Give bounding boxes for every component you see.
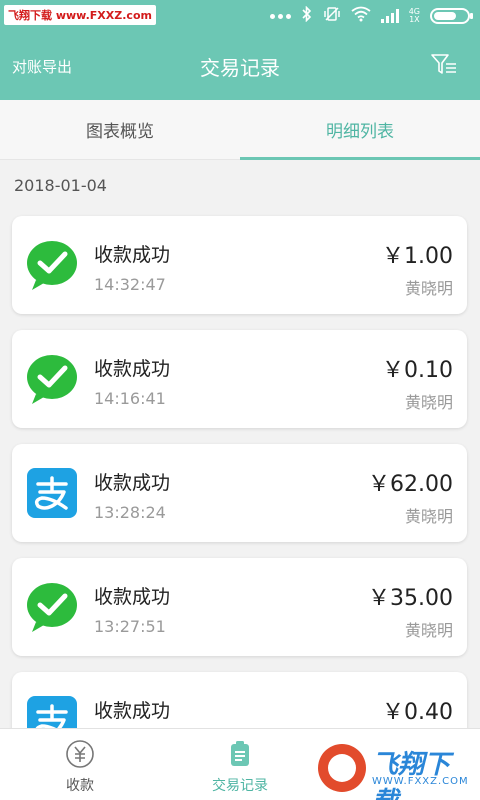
transaction-status: 收款成功 <box>94 472 171 494</box>
watermark-logo-icon <box>318 744 366 792</box>
transaction-amount: ￥0.10 <box>382 358 453 383</box>
transaction-time: 13:27:51 <box>94 617 166 636</box>
alipay-icon <box>26 468 78 518</box>
transaction-amount: ￥35.00 <box>368 586 453 611</box>
transaction-payer: 黄晓明 <box>404 279 453 298</box>
more-dots-icon <box>269 13 291 19</box>
clipboard-icon <box>225 739 255 769</box>
wechat-pay-icon <box>26 354 78 404</box>
transaction-payer: 黄晓明 <box>404 393 453 412</box>
transaction-status: 收款成功 <box>94 700 171 722</box>
filter-icon[interactable] <box>430 52 458 78</box>
watermark-badge: 飞翔下载 www.FXXZ.com <box>4 5 156 25</box>
transaction-status: 收款成功 <box>94 358 171 380</box>
view-tabs: 图表概览 明细列表 <box>0 100 480 160</box>
page-title: 交易记录 <box>200 56 280 80</box>
transaction-card[interactable]: 收款成功 14:32:47 ￥1.00 黄晓明 <box>12 216 467 314</box>
cell-signal-icon <box>380 9 399 23</box>
transaction-payer: 黄晓明 <box>404 507 453 526</box>
nav-label: 交易记录 <box>212 778 268 794</box>
transaction-card[interactable]: 收款成功 13:28:24 ￥62.00 黄晓明 <box>12 444 467 542</box>
transaction-payer: 黄晓明 <box>404 621 453 640</box>
transaction-card[interactable]: 收款成功 13:27:51 ￥35.00 黄晓明 <box>12 558 467 656</box>
bluetooth-icon <box>301 5 313 26</box>
watermark-url: WWW.FXXZ.COM <box>372 776 469 787</box>
date-group-header: 2018-01-04 <box>14 176 107 195</box>
yuan-icon <box>65 739 95 769</box>
wechat-pay-icon <box>26 582 78 632</box>
transaction-time: 14:32:47 <box>94 275 166 294</box>
wechat-pay-icon <box>26 240 78 290</box>
battery-icon <box>430 8 473 24</box>
transaction-status: 收款成功 <box>94 586 171 608</box>
tab-detail-list[interactable]: 明细列表 <box>240 100 480 160</box>
site-watermark: 飞翔下载 WWW.FXXZ.COM <box>312 740 472 800</box>
vibrate-icon <box>323 6 341 26</box>
app-header: 飞翔下载 www.FXXZ.com 4G 1X 对账导出 交易记录 <box>0 0 480 100</box>
transaction-amount: ￥62.00 <box>368 472 453 497</box>
nav-label: 收款 <box>66 778 94 794</box>
tab-chart-overview[interactable]: 图表概览 <box>0 100 240 159</box>
wifi-icon <box>351 6 371 26</box>
watermark-brand: 飞翔下载 <box>372 750 451 800</box>
transaction-time: 13:28:24 <box>94 503 166 522</box>
status-bar: 飞翔下载 www.FXXZ.com 4G 1X <box>0 0 480 30</box>
network-type: 4G 1X <box>408 7 420 24</box>
transaction-list: 收款成功 14:32:47 ￥1.00 黄晓明 收款成功 14:16:41 ￥0… <box>12 216 467 786</box>
transaction-amount: ￥1.00 <box>382 244 453 269</box>
transaction-time: 14:16:41 <box>94 389 166 408</box>
nav-item-collect[interactable]: 收款 <box>0 729 160 800</box>
status-icons: 4G 1X <box>269 5 473 26</box>
transaction-amount: ￥0.40 <box>382 700 453 725</box>
transaction-status: 收款成功 <box>94 244 171 266</box>
transaction-card[interactable]: 收款成功 14:16:41 ￥0.10 黄晓明 <box>12 330 467 428</box>
nav-item-transactions[interactable]: 交易记录 <box>160 729 320 800</box>
